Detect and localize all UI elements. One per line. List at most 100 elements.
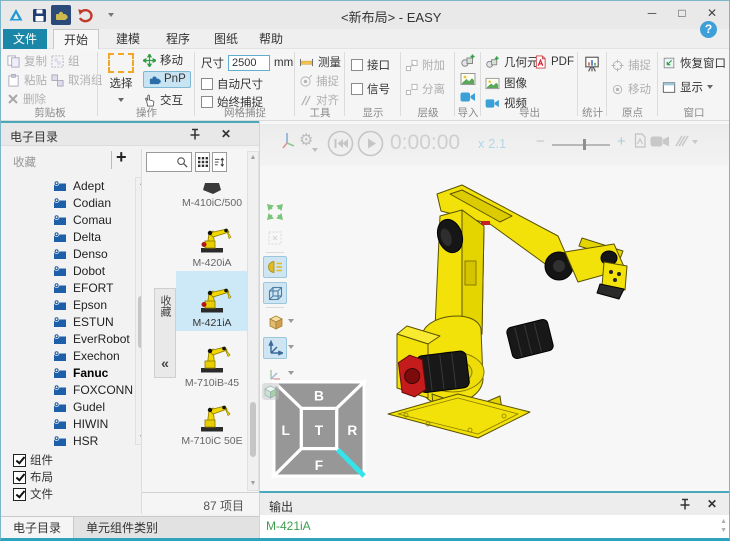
origin-snap-button[interactable]: 捕捉 (611, 57, 651, 73)
export-image-button[interactable]: 图像 (485, 75, 527, 91)
tree-item[interactable]: ESTUN (53, 313, 133, 330)
sort-button[interactable] (212, 152, 227, 172)
list-item-partial[interactable]: M-410iC/500 (176, 179, 248, 211)
scroll-down-icon[interactable]: ▼ (720, 527, 727, 534)
move-button[interactable]: 移动 (143, 52, 183, 68)
tree-item[interactable]: HIWIN (53, 415, 133, 432)
snap-button[interactable]: 捕捉 (299, 73, 339, 89)
minimize-button[interactable]: ─ (637, 1, 667, 25)
world-frame-dropdown-icon[interactable] (288, 345, 294, 349)
render-mode-dropdown-icon[interactable] (288, 319, 294, 323)
import-video-button[interactable] (460, 91, 476, 103)
tab-unit-component-category[interactable]: 单元组件类别 (74, 517, 170, 540)
favorites-collapse-tab[interactable]: 收藏 « (154, 288, 176, 378)
scroll-up-icon[interactable]: ▲ (248, 152, 258, 164)
auto-size-checkbox[interactable]: 自动尺寸 (201, 76, 263, 92)
zoom-fit-button[interactable] (263, 201, 287, 223)
grid-size-input[interactable] (228, 55, 270, 71)
origin-move-button[interactable]: 移动 (611, 81, 651, 97)
measure-button[interactable]: 测量 (299, 54, 341, 70)
attach-button[interactable]: 附加 (405, 57, 445, 73)
nav-cube-home-icon[interactable] (262, 383, 279, 400)
help-button[interactable]: ? (700, 21, 717, 38)
collapse-arrow-icon[interactable]: « (161, 355, 169, 371)
tab-e-catalog[interactable]: 电子目录 (1, 517, 74, 540)
save-icon[interactable] (29, 5, 49, 25)
grid-view-button[interactable] (195, 152, 210, 172)
select-button[interactable]: 选择 (103, 51, 139, 105)
maximize-button[interactable]: □ (667, 1, 697, 25)
pin-icon[interactable] (679, 498, 691, 511)
markup-dropdown-icon[interactable] (692, 140, 698, 144)
tree-item[interactable]: FOXCONN (53, 381, 133, 398)
filter-components-checkbox[interactable]: 组件 (13, 452, 53, 468)
tab-help[interactable]: 帮助 (251, 29, 291, 49)
viewport-3d[interactable]: ⚙ 0:00:00 x 2.1 − + (259, 121, 730, 491)
pin-icon[interactable] (189, 128, 201, 141)
search-input[interactable] (146, 152, 192, 172)
tab-drawing[interactable]: 图纸 (207, 29, 245, 49)
speed-minus-button[interactable]: − (536, 133, 545, 150)
scroll-up-icon[interactable]: ▲ (720, 518, 727, 525)
display-window-button[interactable]: 显示 (662, 79, 713, 95)
tree-item[interactable]: Denso (53, 245, 133, 262)
output-scroll-arrows[interactable]: ▲ ▼ (720, 517, 727, 535)
world-frame-button[interactable] (263, 337, 287, 359)
pnp-button[interactable]: PnP (143, 71, 191, 87)
tree-item[interactable]: Exechon (53, 347, 133, 364)
list-item[interactable]: M-710iC 50E (176, 391, 248, 449)
export-geometry-button[interactable]: 几何元 (485, 54, 539, 70)
tab-file[interactable]: 文件 (3, 29, 47, 49)
rewind-button[interactable] (327, 130, 354, 157)
tab-start[interactable]: 开始 (53, 29, 99, 49)
import-geometry-button[interactable] (460, 53, 476, 68)
headlight-toggle-button[interactable] (263, 256, 287, 278)
robot-3d-model[interactable] (362, 166, 642, 446)
ungroup-button[interactable]: 取消组 (51, 72, 103, 88)
tree-item[interactable]: Adept (53, 177, 133, 194)
tree-item[interactable]: Gudel (53, 398, 133, 415)
paste-button[interactable]: 粘贴 (7, 72, 47, 88)
export-pdf-button[interactable]: PDF (534, 54, 574, 70)
undo-icon[interactable] (75, 5, 95, 25)
tree-item[interactable]: Comau (53, 211, 133, 228)
pnp-mode-icon[interactable] (51, 5, 71, 25)
filter-layout-checkbox[interactable]: 布局 (13, 469, 53, 485)
list-item[interactable]: M-420iA (176, 211, 248, 271)
tree-item[interactable]: Dobot (53, 262, 133, 279)
speed-plus-button[interactable]: + (617, 133, 626, 150)
detach-button[interactable]: 分离 (405, 81, 445, 97)
list-item[interactable]: M-710iB-45 (176, 331, 248, 391)
record-video-icon[interactable] (650, 135, 670, 148)
restore-window-button[interactable]: 恢复窗口 (662, 55, 726, 71)
group-button[interactable]: 组 (51, 53, 80, 69)
navigation-cube[interactable]: B L T R F (270, 379, 368, 479)
gear-dropdown-icon[interactable] (312, 148, 318, 152)
play-button[interactable] (357, 130, 384, 157)
tab-model[interactable]: 建模 (107, 29, 149, 49)
add-favorite-button[interactable]: + (116, 147, 127, 168)
tab-program[interactable]: 程序 (157, 29, 199, 49)
interface-checkbox[interactable]: 接口 (351, 57, 390, 73)
wireframe-cube-button[interactable] (263, 282, 287, 304)
scroll-down-icon[interactable]: ▼ (248, 478, 258, 490)
render-mode-button[interactable] (263, 311, 287, 333)
zoom-selection-button[interactable] (263, 227, 287, 249)
export-pdf-view-icon[interactable] (633, 133, 647, 148)
local-frame-dropdown-icon[interactable] (288, 371, 294, 375)
tree-item-selected[interactable]: Fanuc (53, 364, 133, 381)
close-panel-icon[interactable]: ✕ (707, 497, 717, 511)
tree-item[interactable]: EverRobot (53, 330, 133, 347)
import-image-button[interactable] (460, 72, 476, 86)
speed-slider-handle[interactable] (583, 139, 586, 150)
tree-item[interactable]: Delta (53, 228, 133, 245)
copy-button[interactable]: 复制 (7, 53, 47, 69)
tree-item[interactable]: Codian (53, 194, 133, 211)
filter-files-checkbox[interactable]: 文件 (13, 486, 53, 502)
thumbnail-scrollbar[interactable]: ▲ ▼ (247, 151, 259, 491)
output-panel-body[interactable]: M-421iA ▲ ▼ (259, 515, 730, 539)
speed-slider[interactable] (552, 144, 610, 146)
tree-item[interactable]: EFORT (53, 279, 133, 296)
tree-item[interactable]: Epson (53, 296, 133, 313)
tree-item[interactable]: HSR (53, 432, 133, 449)
